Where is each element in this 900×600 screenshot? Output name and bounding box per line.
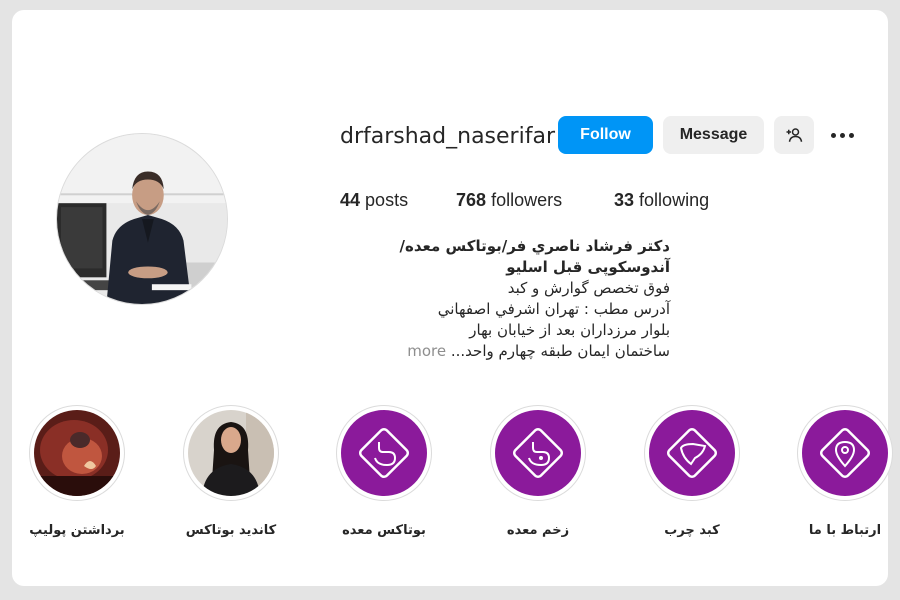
highlight-ring [336,405,432,501]
highlight-label: زخم معده [506,523,570,538]
highlight-label: کبد چرب [664,523,720,538]
highlight-ring [644,405,740,501]
followers-label: followers [491,190,563,210]
highlight-ring [797,405,893,501]
highlight-cover [188,410,274,496]
highlight-ring [490,405,586,501]
bio-line: آدرس مطب : تهران اشرفي اصفهاني [437,300,670,318]
highlight-cover [34,410,120,496]
bio-last-line: ساختمان ايمان طبقه چهارم واحد... more [340,341,670,362]
highlight-item[interactable]: کبد چرب [644,405,740,538]
profile-bio: دکتر فرشاد ناصري فر/بوتاکس معده/آندوسکوپ… [340,236,670,362]
highlight-ring [29,405,125,501]
bio-name: دکتر فرشاد ناصري فر/بوتاکس معده/آندوسکوپ… [399,237,670,276]
posts-count: 44 posts [340,190,408,211]
posts-number: 44 [340,190,361,210]
bio-line: فوق تخصص گوارش و کبد [507,279,670,297]
more-horizontal-icon [848,132,854,138]
highlight-item[interactable]: ارتباط با ما [797,405,893,538]
highlight-ring [183,405,279,501]
endoscopy-photo [34,410,120,496]
following-number: 33 [614,190,635,210]
highlight-label: بوتاکس معده [342,523,426,538]
stomach-ulcer-icon [512,427,564,479]
bio-line: ساختمان ايمان طبقه چهارم واحد... [450,342,670,360]
person-add-icon [786,128,803,142]
highlight-label: برداشتن پولیپ [29,523,125,538]
highlight-cover [341,410,427,496]
followers-number: 768 [456,190,487,210]
highlight-item[interactable]: کاندید بوتاکس [183,405,279,538]
add-user-button[interactable] [774,116,814,154]
followers-link[interactable]: 768 followers [456,190,562,211]
highlight-cover [802,410,888,496]
posts-label: posts [365,190,409,210]
woman-photo [188,410,274,496]
more-horizontal-icon [830,132,836,138]
liver-icon [666,427,718,479]
highlight-label: کاندید بوتاکس [185,523,277,538]
following-link[interactable]: 33 following [614,190,709,211]
avatar-photo [57,134,227,304]
more-options-button[interactable] [826,124,858,146]
highlight-cover [495,410,581,496]
bio-line: بلوار مرزداران بعد از خيابان بهار [469,321,670,339]
highlight-label: ارتباط با ما [808,523,882,538]
profile-avatar[interactable] [56,133,228,305]
more-horizontal-icon [839,132,845,138]
bio-more-link[interactable]: more [407,342,446,360]
follow-button[interactable]: Follow [558,116,653,154]
message-button[interactable]: Message [663,116,764,154]
highlight-cover [649,410,735,496]
highlight-item[interactable]: برداشتن پولیپ [29,405,125,538]
highlight-item[interactable]: بوتاکس معده [336,405,432,538]
highlight-item[interactable]: زخم معده [490,405,586,538]
profile-username: drfarshad_naserifar [340,124,555,149]
following-label: following [639,190,710,210]
location-pin-icon [819,427,871,479]
stomach-icon [358,427,410,479]
